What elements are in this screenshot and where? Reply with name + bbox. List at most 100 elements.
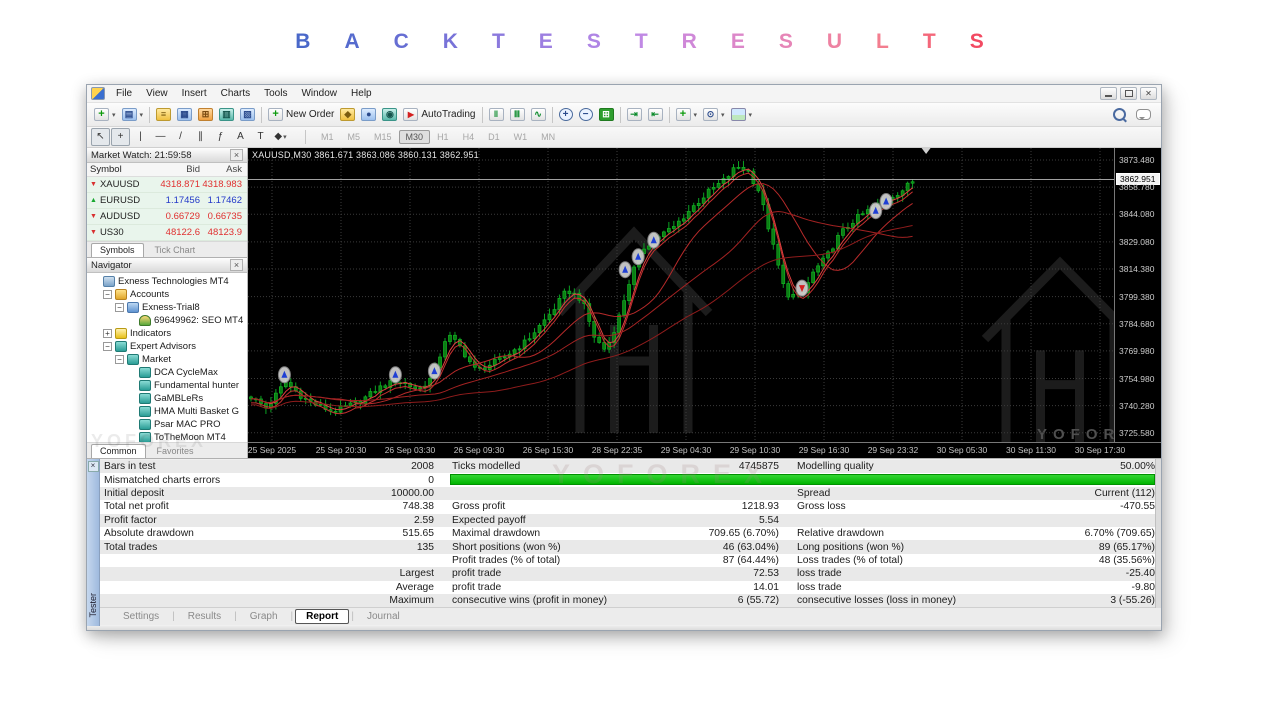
bar-chart-button[interactable]: ‖ xyxy=(486,106,507,124)
news-button[interactable]: ◉ xyxy=(379,106,400,124)
ask-value: 48123.9 xyxy=(200,227,242,238)
line-chart-button[interactable]: ∿ xyxy=(528,106,549,124)
timeframe-h1[interactable]: H1 xyxy=(430,130,456,144)
menu-items: FileViewInsertChartsToolsWindowHelp xyxy=(109,88,379,99)
tree-item-tothemoon-mt4[interactable]: ToTheMoon MT4 xyxy=(87,431,247,442)
tree-item-market[interactable]: −Market xyxy=(87,353,247,366)
timeframe-m1[interactable]: M1 xyxy=(314,130,341,144)
menu-view[interactable]: View xyxy=(139,88,175,99)
tree-item-dca-cyclemax[interactable]: DCA CycleMax xyxy=(87,366,247,379)
vertical-line-tool[interactable]: | xyxy=(131,128,150,146)
trendline-tool[interactable]: / xyxy=(171,128,190,146)
profiles-button[interactable]: ▤▾ xyxy=(119,106,147,124)
dropdown-arrow-icon: ▾ xyxy=(721,111,725,119)
expander-minus-icon[interactable]: − xyxy=(115,303,124,312)
zoom-out-button[interactable]: − xyxy=(576,106,596,124)
indicators-button[interactable]: +▾ xyxy=(673,106,701,124)
chart-area[interactable]: YOFOREX XAUUSD,M30 3861.671 3863.086 386… xyxy=(248,148,1161,458)
navigator-button[interactable]: ⊞ xyxy=(195,106,216,124)
arrow-tool-tool[interactable]: T xyxy=(251,128,270,146)
timeframe-h4[interactable]: H4 xyxy=(456,130,482,144)
navigator-close-icon[interactable]: × xyxy=(230,259,243,271)
tree-item-accounts[interactable]: −Accounts xyxy=(87,288,247,301)
tile-windows-button[interactable]: ⊞ xyxy=(596,106,617,124)
tab-graph[interactable]: Graph xyxy=(239,609,289,624)
data-window-button[interactable]: ▦ xyxy=(174,106,195,124)
tree-item-psar-mac-pro[interactable]: Psar MAC PRO xyxy=(87,418,247,431)
timeframe-d1[interactable]: D1 xyxy=(481,130,507,144)
auto-scroll-button[interactable]: ⇥ xyxy=(624,106,645,124)
equidistant-channel-tool[interactable]: ∥ xyxy=(191,128,210,146)
menu-file[interactable]: File xyxy=(109,88,139,99)
search-icon[interactable] xyxy=(1113,108,1126,121)
horizontal-line-tool[interactable]: — xyxy=(151,128,170,146)
title-letter: E xyxy=(539,30,554,54)
tab-settings[interactable]: Settings xyxy=(112,609,170,624)
expander-minus-icon[interactable]: − xyxy=(103,290,112,299)
timeframe-m30[interactable]: M30 xyxy=(399,130,431,144)
market-watch-row-eurusd[interactable]: ▲EURUSD1.174561.17462 xyxy=(87,193,247,209)
timeframe-m5[interactable]: M5 xyxy=(341,130,368,144)
candlestick-chart[interactable]: YOFOREX xyxy=(248,148,1115,443)
tree-item-69649962-seo-mt4[interactable]: 69649962: SEO MT4 xyxy=(87,314,247,327)
menu-charts[interactable]: Charts xyxy=(214,88,257,99)
menu-help[interactable]: Help xyxy=(344,88,379,99)
market-watch-row-us30[interactable]: ▼US3048122.648123.9 xyxy=(87,225,247,241)
chat-icon[interactable] xyxy=(1136,109,1151,120)
tree-item-exness-trial8[interactable]: −Exness-Trial8 xyxy=(87,301,247,314)
market-watch-close-icon[interactable]: × xyxy=(230,149,243,161)
strategy-tester-button[interactable]: ▧ xyxy=(237,106,258,124)
candle-chart-button[interactable]: Ⅲ xyxy=(507,106,528,124)
tree-item-expert-advisors[interactable]: −Expert Advisors xyxy=(87,340,247,353)
terminal-button[interactable]: ▥ xyxy=(216,106,237,124)
tab-report[interactable]: Report xyxy=(295,609,349,624)
market-watch-row-audusd[interactable]: ▼AUDUSD0.667290.66735 xyxy=(87,209,247,225)
fibonacci-tool[interactable]: ƒ xyxy=(211,128,230,146)
tester-close-icon[interactable]: × xyxy=(88,461,99,472)
title-letter: E xyxy=(731,30,746,54)
tree-item-indicators[interactable]: +Indicators xyxy=(87,327,247,340)
cursor-tool[interactable]: ↖ xyxy=(91,128,110,146)
tree-item-gamblers[interactable]: GaMBLeRs xyxy=(87,392,247,405)
shapes-tool[interactable]: ◆▾ xyxy=(271,128,290,146)
timeframe-m15[interactable]: M15 xyxy=(367,130,399,144)
market-watch-button[interactable]: ≡ xyxy=(153,106,174,124)
zoom-in-button[interactable]: + xyxy=(556,106,576,124)
templates-button[interactable]: ▾ xyxy=(728,106,756,124)
mw-tab-symbols[interactable]: Symbols xyxy=(91,243,144,257)
periods-button[interactable]: ⊙▾ xyxy=(700,106,728,124)
tab-journal[interactable]: Journal xyxy=(356,609,411,624)
close-button[interactable]: ✕ xyxy=(1140,87,1157,100)
expander-minus-icon[interactable]: − xyxy=(115,355,124,364)
nav-tab-common[interactable]: Common xyxy=(91,444,146,458)
tree-item-hma-multi-basket-g[interactable]: HMA Multi Basket G xyxy=(87,405,247,418)
dropdown-arrow-icon: ▾ xyxy=(694,111,698,119)
toolbar-separator-icon xyxy=(149,107,150,123)
new-chart-button[interactable]: +▾ xyxy=(91,106,119,124)
minimize-button[interactable] xyxy=(1100,87,1117,100)
tree-item-fundamental-hunter[interactable]: Fundamental hunter xyxy=(87,379,247,392)
metaeditor-button[interactable]: ◆ xyxy=(337,106,358,124)
chart-shift-button[interactable]: ⇤ xyxy=(645,106,666,124)
expander-minus-icon[interactable]: − xyxy=(103,342,112,351)
expander-plus-icon[interactable]: + xyxy=(103,329,112,338)
market-watch-row-xauusd[interactable]: ▼XAUUSD4318.8714318.983 xyxy=(87,177,247,193)
text-tool[interactable]: A xyxy=(231,128,250,146)
menu-insert[interactable]: Insert xyxy=(175,88,214,99)
navigator-header: Navigator × xyxy=(87,258,247,273)
mw-tab-tick-chart[interactable]: Tick Chart xyxy=(146,243,205,257)
crosshair-tool[interactable]: + xyxy=(111,128,130,146)
restore-button[interactable] xyxy=(1120,87,1137,100)
new-order-button[interactable]: +New Order xyxy=(265,106,337,124)
timeframe-mn[interactable]: MN xyxy=(534,130,562,144)
expert-properties-button[interactable]: ● xyxy=(358,106,379,124)
autotrading-button[interactable]: ▶AutoTrading xyxy=(400,106,478,124)
tab-results[interactable]: Results xyxy=(177,609,232,624)
tree-item-exness-technologies-mt4[interactable]: Exness Technologies MT4 xyxy=(87,275,247,288)
nav-tab-favorites[interactable]: Favorites xyxy=(148,444,203,458)
price-tick-label: 3740.280 xyxy=(1119,401,1154,411)
tester-scrollbar[interactable] xyxy=(1155,459,1161,608)
timeframe-w1[interactable]: W1 xyxy=(507,130,535,144)
menu-window[interactable]: Window xyxy=(294,88,344,99)
menu-tools[interactable]: Tools xyxy=(257,88,294,99)
